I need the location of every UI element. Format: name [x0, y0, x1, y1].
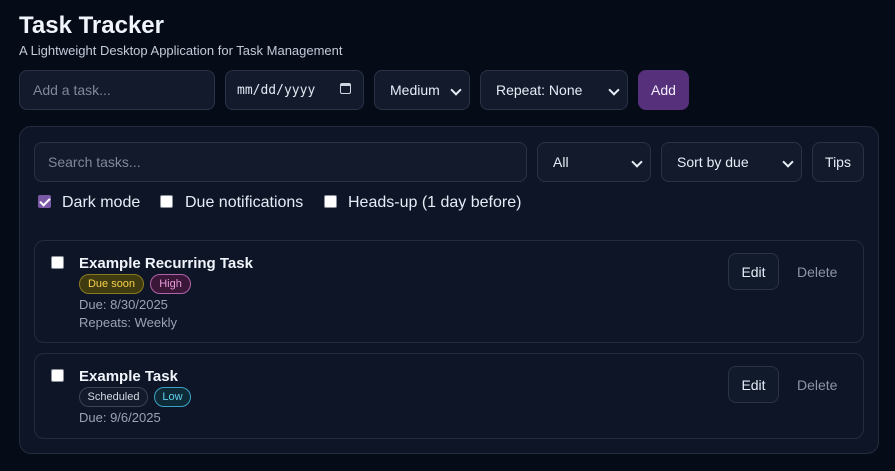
task-title: Example Recurring Task [79, 255, 253, 272]
sort-select[interactable]: Sort by due [661, 142, 802, 182]
calendar-icon[interactable] [340, 83, 351, 94]
app-subtitle: A Lightweight Desktop Application for Ta… [19, 43, 343, 58]
task-due-date: Due: 9/6/2025 [79, 410, 161, 425]
chevron-down-icon [450, 84, 462, 96]
task-title: Example Task [79, 368, 178, 385]
repeat-value: Repeat: None [496, 82, 583, 98]
search-placeholder: Search tasks... [48, 154, 141, 170]
priority-select[interactable]: Medium [374, 70, 470, 110]
task-complete-checkbox[interactable] [51, 256, 64, 269]
heads-up-label: Heads-up (1 day before) [348, 194, 522, 211]
task-repeats: Repeats: Weekly [79, 315, 178, 330]
chevron-down-icon [782, 156, 794, 168]
priority-badge: High [150, 274, 191, 294]
add-button[interactable]: Add [638, 70, 689, 110]
sort-value: Sort by due [677, 154, 749, 170]
due-notifications-checkbox[interactable] [160, 195, 173, 208]
priority-badge: Low [154, 387, 191, 407]
add-task-input[interactable]: Add a task... [19, 70, 215, 110]
app-title: Task Tracker [19, 12, 164, 39]
task-due-date: Due: 8/30/2025 [79, 297, 168, 312]
filter-value: All [553, 154, 569, 170]
tips-button[interactable]: Tips [812, 142, 864, 182]
task-complete-checkbox[interactable] [51, 369, 64, 382]
scheduled-badge: Scheduled [79, 387, 148, 407]
repeat-select[interactable]: Repeat: None [480, 70, 628, 110]
search-input[interactable]: Search tasks... [34, 142, 527, 182]
due-date-input[interactable]: mm/dd/yyyy [225, 70, 364, 110]
chevron-down-icon [608, 84, 620, 96]
filter-select[interactable]: All [537, 142, 651, 182]
add-task-placeholder: Add a task... [33, 82, 111, 98]
dark-mode-checkbox[interactable] [38, 195, 51, 208]
delete-button[interactable]: Delete [797, 264, 837, 280]
edit-button[interactable]: Edit [728, 253, 779, 290]
due-soon-badge: Due soon [79, 274, 144, 294]
priority-value: Medium [390, 82, 440, 98]
edit-button[interactable]: Edit [728, 366, 779, 403]
due-date-placeholder: mm/dd/yyyy [237, 82, 316, 98]
due-notifications-label: Due notifications [185, 194, 304, 211]
dark-mode-label: Dark mode [62, 194, 141, 211]
heads-up-checkbox[interactable] [324, 195, 337, 208]
delete-button[interactable]: Delete [797, 377, 837, 393]
chevron-down-icon [631, 156, 643, 168]
